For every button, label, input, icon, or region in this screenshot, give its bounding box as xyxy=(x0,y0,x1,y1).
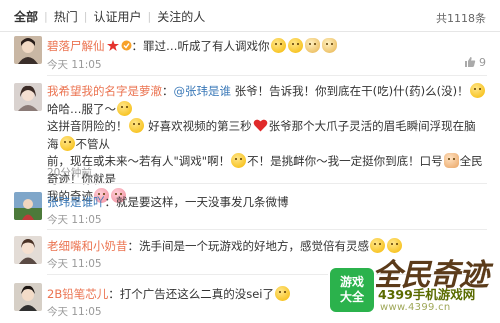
logo-text: 游戏 xyxy=(339,275,364,289)
comment-body: ：罪过…听成了有人调戏你 xyxy=(131,39,270,53)
tab-following[interactable]: 关注的人 xyxy=(151,8,211,25)
cat-emoji-icon xyxy=(304,38,320,53)
comment-timestamp: 今天 11:05 xyxy=(47,214,102,226)
divider xyxy=(47,75,487,76)
comment-timestamp: 20分钟前 xyxy=(47,167,92,179)
divider xyxy=(47,229,487,230)
comment-filter-tabs: 全部 | 热门 | 认证用户 | 关注的人 xyxy=(0,0,500,32)
comment-text: 张玮是谁吖：就是要这样，一天没事发几条微博 xyxy=(47,194,487,212)
site-name: 4399手机游戏网 xyxy=(378,287,476,302)
mention-link[interactable]: @张玮是谁 xyxy=(174,84,232,98)
surprised-emoji-icon xyxy=(469,83,485,98)
tab-hot[interactable]: 热门 xyxy=(48,8,84,25)
tab-verified-users[interactable]: 认证用户 xyxy=(87,8,147,25)
smirk-emoji-icon xyxy=(274,286,290,301)
medal-icon xyxy=(121,40,131,51)
laughing-emoji-icon xyxy=(287,38,303,53)
game-portal-logo: 游戏 大全 xyxy=(330,268,374,312)
like-button[interactable]: 9 xyxy=(464,56,486,69)
laughing-emoji-icon xyxy=(270,38,286,53)
comment-username[interactable]: 我希望我的名字是萝澈 xyxy=(47,84,162,98)
comment-count: 共1118条 xyxy=(436,12,486,25)
smile-emoji-icon xyxy=(128,118,144,133)
divider xyxy=(47,183,487,184)
avatar[interactable] xyxy=(14,83,42,111)
laughing-emoji-icon xyxy=(231,153,247,168)
thumbs-up-icon xyxy=(465,57,476,67)
comment-username[interactable]: 张玮是谁吖 xyxy=(47,195,105,209)
logo-text: 大全 xyxy=(339,290,364,304)
comment-body: ：就是要这样，一天没事发几条微博 xyxy=(104,195,289,209)
comment-username[interactable]: 老细嘴和小奶昔 xyxy=(47,239,128,253)
avatar[interactable] xyxy=(14,236,42,264)
avatar[interactable] xyxy=(14,36,42,64)
comment-text: 碧落尸解仙 ：罪过…听成了有人调戏你 xyxy=(47,38,487,56)
heart-icon xyxy=(253,119,268,132)
comment-timestamp: 今天 11:05 xyxy=(47,59,102,71)
comment-timestamp: 今天 11:05 xyxy=(47,306,102,318)
laughing-emoji-icon xyxy=(117,100,132,116)
divider xyxy=(0,31,500,32)
tab-all[interactable]: 全部 xyxy=(14,8,44,25)
smirk-emoji-icon xyxy=(59,135,75,151)
comment-username[interactable]: 2B铅笔芯儿 xyxy=(47,287,108,301)
vip-badge-icon xyxy=(106,40,119,51)
pointing-hand-emoji-icon xyxy=(443,153,459,168)
comment-username[interactable]: 碧落尸解仙 xyxy=(47,39,105,53)
comment-text: 我希望我的名字是萝澈：@张玮是谁 张爷！告诉我！你到底在干(吃)什(药)么(没)… xyxy=(47,83,485,203)
avatar[interactable] xyxy=(14,283,42,311)
like-count: 9 xyxy=(479,56,486,69)
cat-emoji-icon xyxy=(321,38,337,53)
site-url: www.4399.cn xyxy=(380,302,451,313)
comment-body: ：打个广告还这么二真的没sei了 xyxy=(108,287,274,301)
avatar[interactable] xyxy=(14,192,42,220)
comment-timestamp: 今天 11:05 xyxy=(47,258,102,270)
